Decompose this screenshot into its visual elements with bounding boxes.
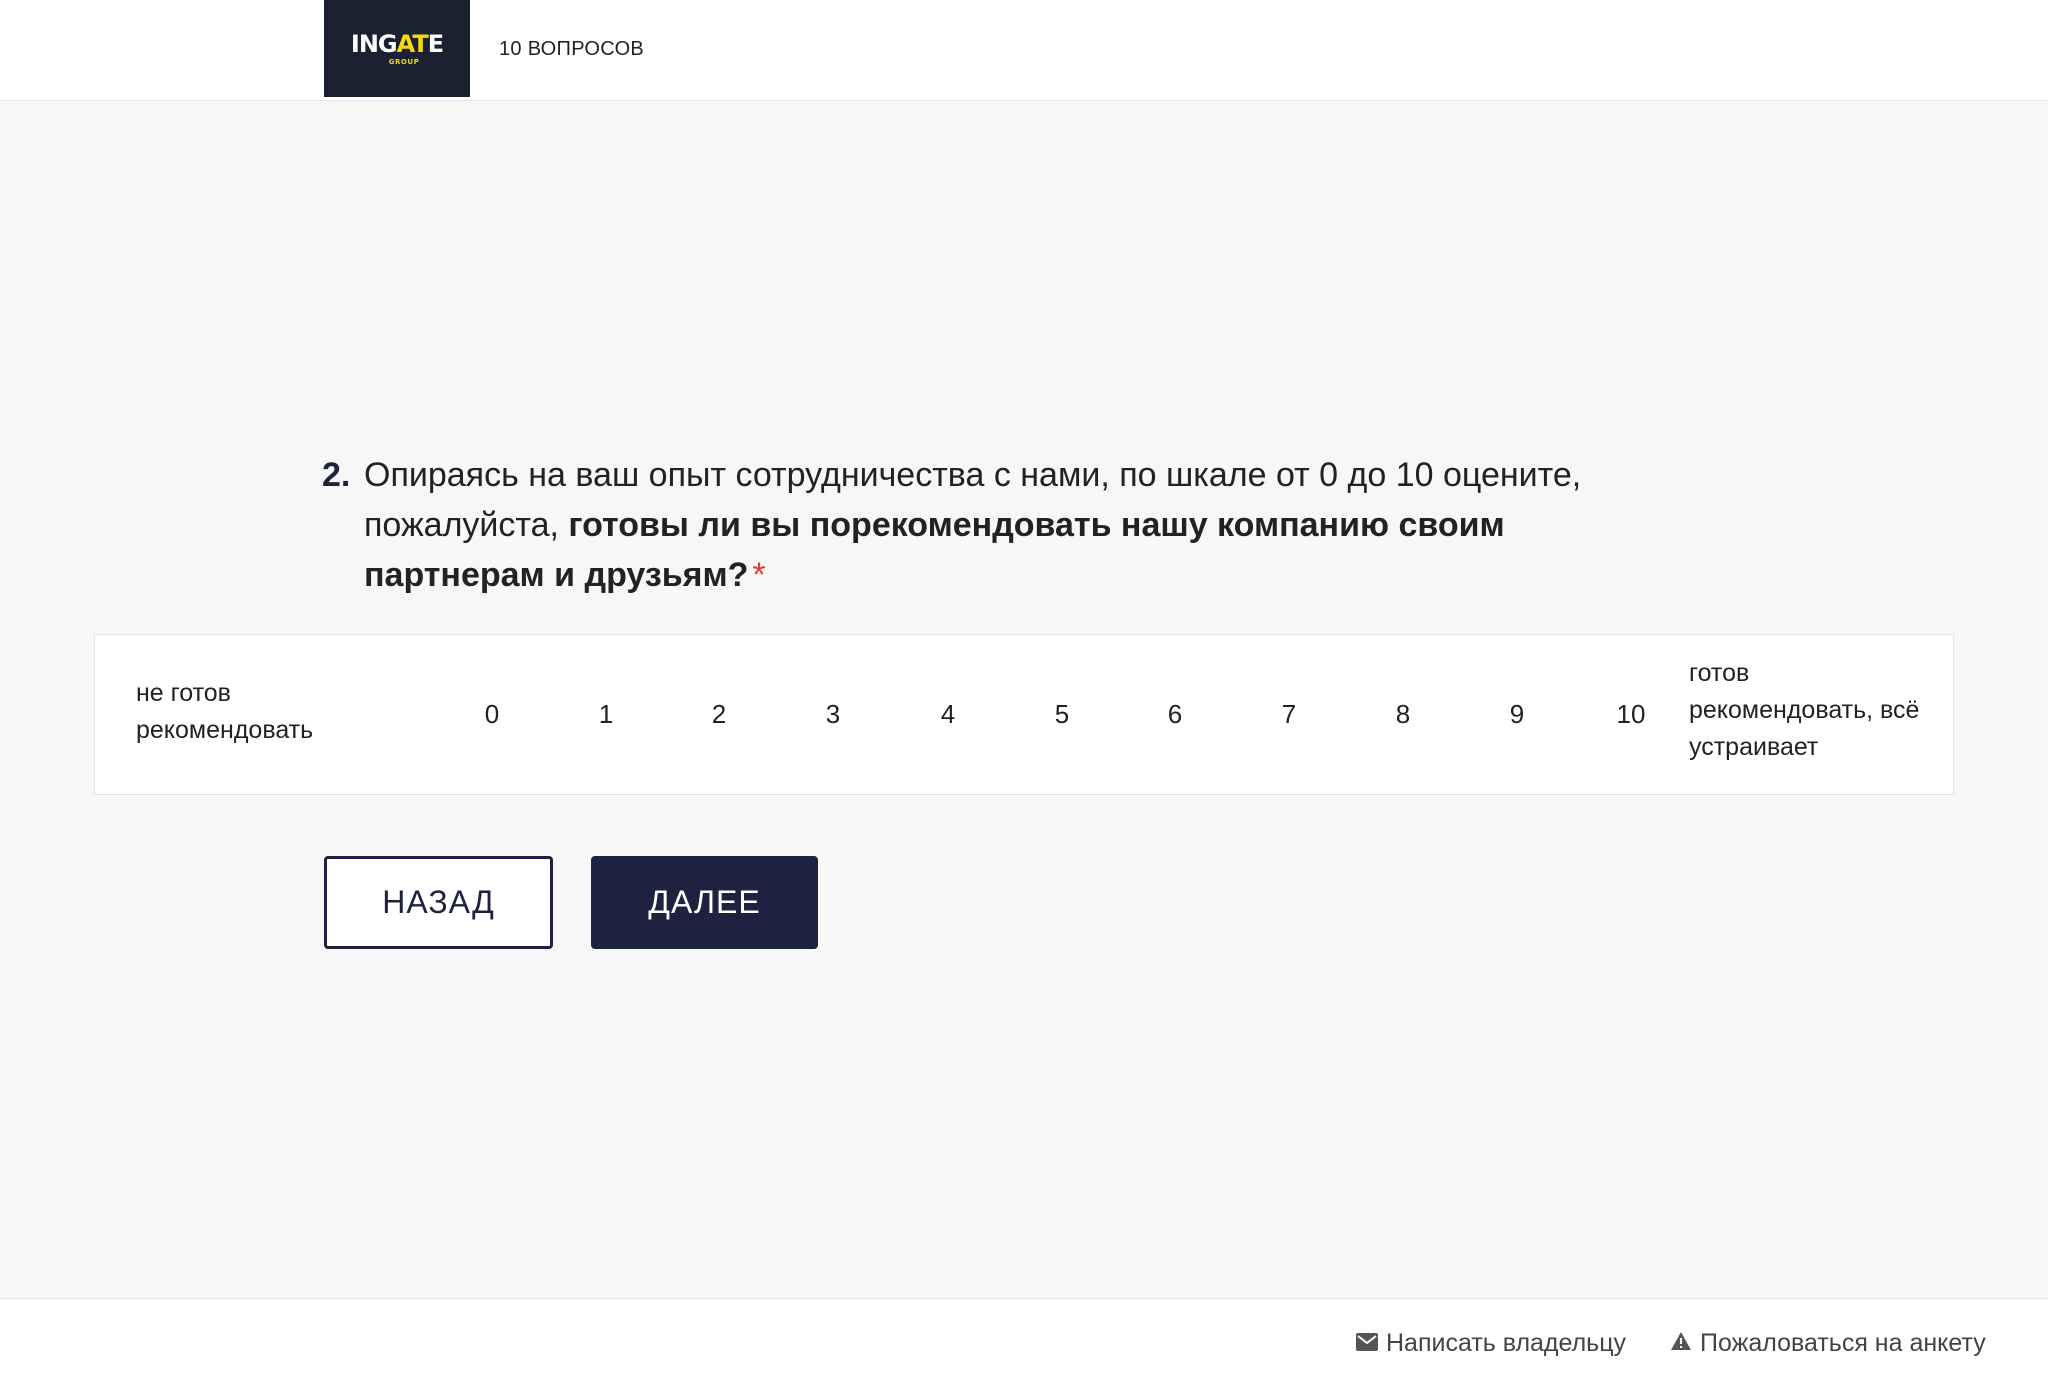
nps-scale: не готов рекомендовать 0 1 2 3 4 5 6 7 8…	[94, 634, 1954, 795]
next-button[interactable]: ДАЛЕЕ	[591, 856, 818, 949]
scale-left-label: не готов рекомендовать	[136, 679, 314, 744]
required-mark: *	[752, 556, 766, 594]
contact-owner-link[interactable]: Написать владельцу	[1356, 1329, 1626, 1358]
scale-option-1[interactable]: 1	[566, 635, 646, 794]
scale-right-label: готов рекомендовать, всё устраивает	[1689, 659, 1920, 761]
question-number: 2.	[322, 456, 351, 494]
scale-option-9[interactable]: 9	[1477, 635, 1557, 794]
scale-option-10[interactable]: 10	[1591, 635, 1671, 794]
scale-option-0[interactable]: 0	[452, 635, 532, 794]
contact-owner-label: Написать владельцу	[1386, 1329, 1627, 1357]
scale-option-8[interactable]: 8	[1363, 635, 1443, 794]
back-button[interactable]: НАЗАД	[324, 856, 553, 949]
report-survey-label: Пожаловаться на анкету	[1700, 1329, 1986, 1357]
footer: Написать владельцу Пожаловаться на анкет…	[0, 1298, 2048, 1400]
header: INGATE GROUP 10 ВОПРОСОВ	[0, 0, 2048, 101]
scale-option-3[interactable]: 3	[793, 635, 873, 794]
question-block: 2. Опираясь на ваш опыт сотрудничества с…	[322, 450, 1622, 600]
envelope-icon	[1356, 1329, 1386, 1358]
logo-subtext: GROUP	[388, 57, 420, 66]
report-survey-link[interactable]: Пожаловаться на анкету	[1670, 1329, 1986, 1358]
question-count: 10 ВОПРОСОВ	[499, 38, 645, 60]
scale-option-2[interactable]: 2	[679, 635, 759, 794]
logo-wordmark: INGATE	[350, 29, 444, 58]
ingate-logo[interactable]: INGATE GROUP	[324, 0, 470, 97]
scale-option-7[interactable]: 7	[1249, 635, 1329, 794]
question-text: Опираясь на ваш опыт сотрудничества с на…	[364, 450, 1604, 600]
warning-icon	[1670, 1329, 1700, 1358]
scale-option-6[interactable]: 6	[1135, 635, 1215, 794]
scale-option-4[interactable]: 4	[908, 635, 988, 794]
scale-option-5[interactable]: 5	[1022, 635, 1102, 794]
